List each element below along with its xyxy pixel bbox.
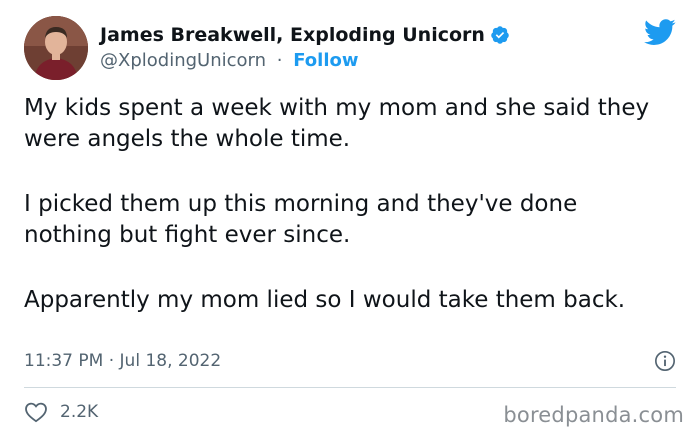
follow-button[interactable]: Follow (293, 50, 358, 71)
meta-row: 11:37 PM · Jul 18, 2022 (24, 348, 676, 374)
tweet-timestamp[interactable]: 11:37 PM · Jul 18, 2022 (24, 351, 221, 371)
tweet-paragraph-2: I picked them up this morning and they'v… (24, 191, 578, 248)
author-display-name[interactable]: James Breakwell, Exploding Unicorn (100, 23, 485, 47)
name-row: James Breakwell, Exploding Unicorn (100, 23, 510, 47)
tweet-card: James Breakwell, Exploding Unicorn @Xplo… (0, 0, 700, 441)
tweet-header: James Breakwell, Exploding Unicorn @Xplo… (24, 15, 510, 81)
watermark: boredpanda.com (503, 403, 684, 427)
like-count: 2.2K (60, 402, 99, 422)
tweet-text: My kids spent a week with my mom and she… (24, 93, 664, 316)
like-button[interactable]: 2.2K (24, 399, 98, 425)
verified-badge-icon (490, 25, 510, 45)
divider (24, 387, 676, 388)
tweet-paragraph-1: My kids spent a week with my mom and she… (24, 95, 650, 152)
info-icon[interactable] (654, 350, 676, 372)
user-info: James Breakwell, Exploding Unicorn @Xplo… (100, 23, 510, 74)
tweet-paragraph-3: Apparently my mom lied so I would take t… (24, 287, 626, 313)
heart-icon (25, 402, 47, 423)
separator-dot: · (276, 49, 283, 71)
twitter-bird-icon[interactable] (644, 19, 676, 46)
handle-row: @XplodingUnicorn · Follow (100, 48, 510, 74)
author-handle[interactable]: @XplodingUnicorn (100, 50, 266, 71)
avatar[interactable] (24, 16, 88, 80)
